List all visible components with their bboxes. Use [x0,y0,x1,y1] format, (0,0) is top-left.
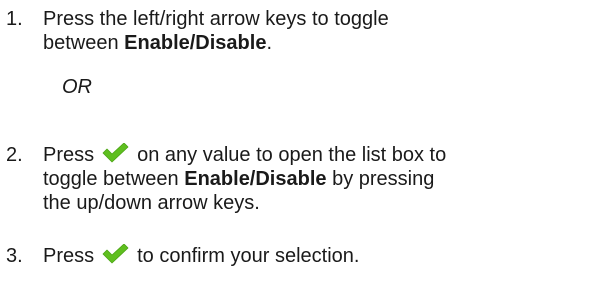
bold-term: Enable/Disable [184,168,327,190]
text-run: Press [43,144,95,166]
text-run: on any value to open the list box to [137,144,447,166]
step-line: Press the left/right arrow keys to toggl… [43,8,389,30]
text-run: by pressing [326,168,435,190]
step-line: Press on any value to open the list box t… [43,143,588,167]
bold-term: Enable/Disable [124,32,267,54]
step-line: the up/down arrow keys. [43,192,260,214]
text-run: . [266,32,273,54]
or-separator: OR [62,76,92,98]
text-run: toggle between [43,168,185,190]
text-run: between [43,32,125,54]
step-number: 3. [6,245,23,267]
step-line: between Enable/Disable. [43,31,588,55]
step-text: Press the left/right arrow keys to toggl… [43,7,588,55]
checkmark-icon [102,143,129,163]
step-number: 2. [6,144,23,166]
text-run: to confirm your selection. [137,245,360,267]
step-line: Press to confirm your selection. [43,244,588,268]
checkmark-icon [102,244,129,264]
step-text: Press on any value to open the list box t… [43,143,588,215]
step-number: 1. [6,8,23,30]
instruction-document: 1. Press the left/right arrow keys to to… [0,0,591,289]
step-text: Press to confirm your selection. [43,244,588,268]
step-line: toggle between Enable/Disable by pressin… [43,167,588,191]
text-run: Press [43,245,95,267]
